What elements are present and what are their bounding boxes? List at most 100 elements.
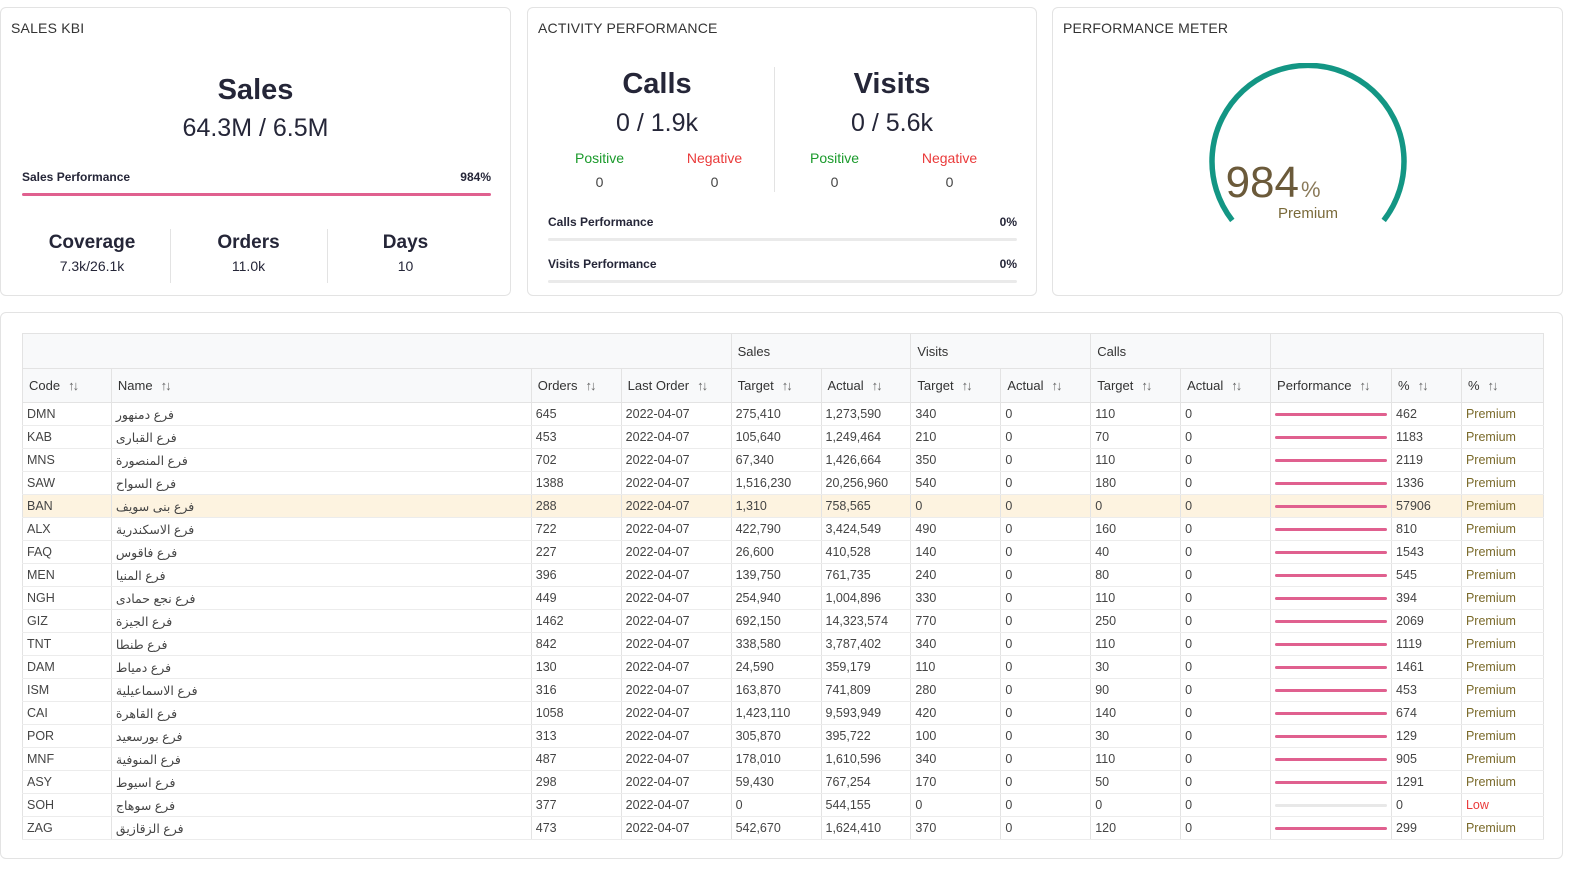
visits-target-cell: 350 (910, 448, 1002, 472)
calls-positive: Positive 0 (545, 150, 655, 190)
performance-gauge: 984 % Premium (1209, 63, 1407, 223)
table-row[interactable]: FAQ فرع فاقوس 227 2022-04-07 26,600 410,528 14… (22, 540, 1545, 564)
column-header-percent[interactable]: % ↑↓ (1391, 368, 1462, 403)
sort-icon[interactable]: ↑↓ (1141, 378, 1152, 393)
last-order-cell: 2022-04-07 (620, 517, 732, 541)
sales-performance-row: Sales Performance 984% (22, 170, 491, 184)
sort-icon[interactable]: ↑↓ (1418, 378, 1429, 393)
sort-icon[interactable]: ↑↓ (161, 378, 172, 393)
percent-cell: 905 (1391, 747, 1462, 771)
visits-target-cell: 110 (910, 655, 1002, 679)
orders-cell: 288 (530, 494, 622, 518)
calls-actual-cell: 0 (1180, 402, 1272, 426)
table-row[interactable]: KAB فرع القبارى 453 2022-04-07 105,640 1,249,… (22, 425, 1545, 449)
table-row[interactable]: CAI فرع القاهرة 1058 2022-04-07 1,423,110 9,5… (22, 701, 1545, 725)
status-cell: Premium (1460, 494, 1545, 518)
sort-icon[interactable]: ↑↓ (782, 378, 793, 393)
status-cell: Premium (1460, 563, 1545, 587)
branch-name: فرع السواح (115, 476, 177, 491)
orders-cell: 227 (530, 540, 622, 564)
visits-target-cell: 540 (910, 471, 1002, 495)
column-header-visits-target[interactable]: Target ↑↓ (910, 368, 1002, 403)
sort-icon[interactable]: ↑↓ (1359, 378, 1370, 393)
column-header-code[interactable]: Code ↑↓ (22, 368, 112, 403)
visits-performance-row: Visits Performance 0% (548, 257, 1017, 271)
calls-target-cell: 30 (1090, 655, 1182, 679)
calls-target-cell: 50 (1090, 770, 1182, 794)
visits-actual-cell: 0 (1000, 793, 1092, 817)
table-row[interactable]: MEN فرع المنيا 396 2022-04-07 139,750 761,735… (22, 563, 1545, 587)
visits-target-cell: 370 (910, 816, 1002, 840)
last-order-cell: 2022-04-07 (620, 632, 732, 656)
row-performance-bar (1275, 780, 1388, 784)
table-row[interactable]: BAN فرع بنى سويف 288 2022-04-07 1,310 758,565… (22, 494, 1545, 518)
table-row[interactable]: POR فرع بورسعيد 313 2022-04-07 305,870 395,72… (22, 724, 1545, 748)
branch-name: فرع دمنهور (115, 407, 174, 422)
status-cell: Premium (1460, 632, 1545, 656)
column-header-visits-actual[interactable]: Actual ↑↓ (1000, 368, 1092, 403)
gauge-status: Premium (1278, 205, 1338, 222)
column-header-sales-actual[interactable]: Actual ↑↓ (820, 368, 912, 403)
percent-cell: 453 (1391, 678, 1462, 702)
column-header-status[interactable]: % ↑↓ (1460, 368, 1545, 403)
sort-icon[interactable]: ↑↓ (962, 378, 973, 393)
column-header-name[interactable]: Name ↑↓ (110, 368, 532, 403)
sort-icon[interactable]: ↑↓ (872, 378, 883, 393)
table-row[interactable]: NGH فرع نجع حمادى 449 2022-04-07 254,940 1,00… (22, 586, 1545, 610)
row-performance-bar (1275, 435, 1388, 439)
table-row[interactable]: ASY فرع اسيوط 298 2022-04-07 59,430 767,254 17… (22, 770, 1545, 794)
table-row[interactable]: DAM فرع دمياط 130 2022-04-07 24,590 359,179 11… (22, 655, 1545, 679)
column-header-performance[interactable]: Performance ↑↓ (1270, 368, 1393, 403)
row-performance-bar (1275, 596, 1388, 600)
row-performance-bar (1275, 619, 1388, 623)
name-cell: فرع الاسماعيلية (110, 678, 532, 702)
last-order-cell: 2022-04-07 (620, 655, 732, 679)
table-row[interactable]: ALX فرع الاسكندرية 722 2022-04-07 422,790 3,4… (22, 517, 1545, 541)
calls-actual-cell: 0 (1180, 678, 1272, 702)
visits-performance-bar (548, 280, 1017, 283)
orders-cell: 702 (530, 448, 622, 472)
status-cell: Premium (1460, 471, 1545, 495)
sales-kbi-title: SALES KBI (11, 20, 85, 36)
table-row[interactable]: DMN فرع دمنهور 645 2022-04-07 275,410 1,273,5… (22, 402, 1545, 426)
table-row[interactable]: MNS فرع المنصورة 702 2022-04-07 67,340 1,426,… (22, 448, 1545, 472)
sort-icon[interactable]: ↑↓ (697, 378, 708, 393)
column-header-last-order[interactable]: Last Order ↑↓ (620, 368, 732, 403)
column-header-calls-target[interactable]: Target ↑↓ (1090, 368, 1182, 403)
last-order-cell: 2022-04-07 (620, 816, 732, 840)
sales-target-cell: 305,870 (730, 724, 822, 748)
visits-positive-value: 0 (830, 174, 839, 190)
percent-cell: 462 (1391, 402, 1462, 426)
sales-actual-cell: 758,565 (820, 494, 912, 518)
sort-icon[interactable]: ↑↓ (68, 378, 79, 393)
sales-target-cell: 692,150 (730, 609, 822, 633)
sales-actual-cell: 1,249,464 (820, 425, 912, 449)
status-cell: Low (1460, 793, 1545, 817)
table-row[interactable]: ZAG فرع الزقازيق 473 2022-04-07 542,670 1,624… (22, 816, 1545, 840)
column-header-calls-actual[interactable]: Actual ↑↓ (1180, 368, 1272, 403)
visits-target-cell: 0 (910, 494, 1002, 518)
column-header-orders[interactable]: Orders ↑↓ (530, 368, 622, 403)
status-cell: Premium (1460, 425, 1545, 449)
table-row[interactable]: SOH فرع سوهاج 377 2022-04-07 0 544,155 0 0 0 0 0 Lo… (22, 793, 1545, 817)
sort-icon[interactable]: ↑↓ (1488, 378, 1499, 393)
table-row[interactable]: ISM فرع الاسماعيلية 316 2022-04-07 163,870 74… (22, 678, 1545, 702)
table-row[interactable]: GIZ فرع الجيزة 1462 2022-04-07 692,150 14,323… (22, 609, 1545, 633)
sort-icon[interactable]: ↑↓ (585, 378, 596, 393)
table-row[interactable]: TNT فرع طنطا 842 2022-04-07 338,580 3,787,402… (22, 632, 1545, 656)
sort-icon[interactable]: ↑↓ (1051, 378, 1062, 393)
column-header-sales-target[interactable]: Target ↑↓ (730, 368, 822, 403)
table-row[interactable]: MNF فرع المنوفية 487 2022-04-07 178,010 1,610… (22, 747, 1545, 771)
calls-target-cell: 110 (1090, 448, 1182, 472)
visits-target-cell: 340 (910, 747, 1002, 771)
sales-actual-cell: 1,610,596 (820, 747, 912, 771)
last-order-cell: 2022-04-07 (620, 402, 732, 426)
code-cell: ALX (22, 517, 112, 541)
calls-actual-cell: 0 (1180, 586, 1272, 610)
table-row[interactable]: SAW فرع السواح 1388 2022-04-07 1,516,230 20,2… (22, 471, 1545, 495)
status-cell: Premium (1460, 402, 1545, 426)
sort-icon[interactable]: ↑↓ (1231, 378, 1242, 393)
sales-actual-cell: 3,787,402 (820, 632, 912, 656)
visits-actual-cell: 0 (1000, 655, 1092, 679)
performance-cell (1270, 747, 1393, 771)
